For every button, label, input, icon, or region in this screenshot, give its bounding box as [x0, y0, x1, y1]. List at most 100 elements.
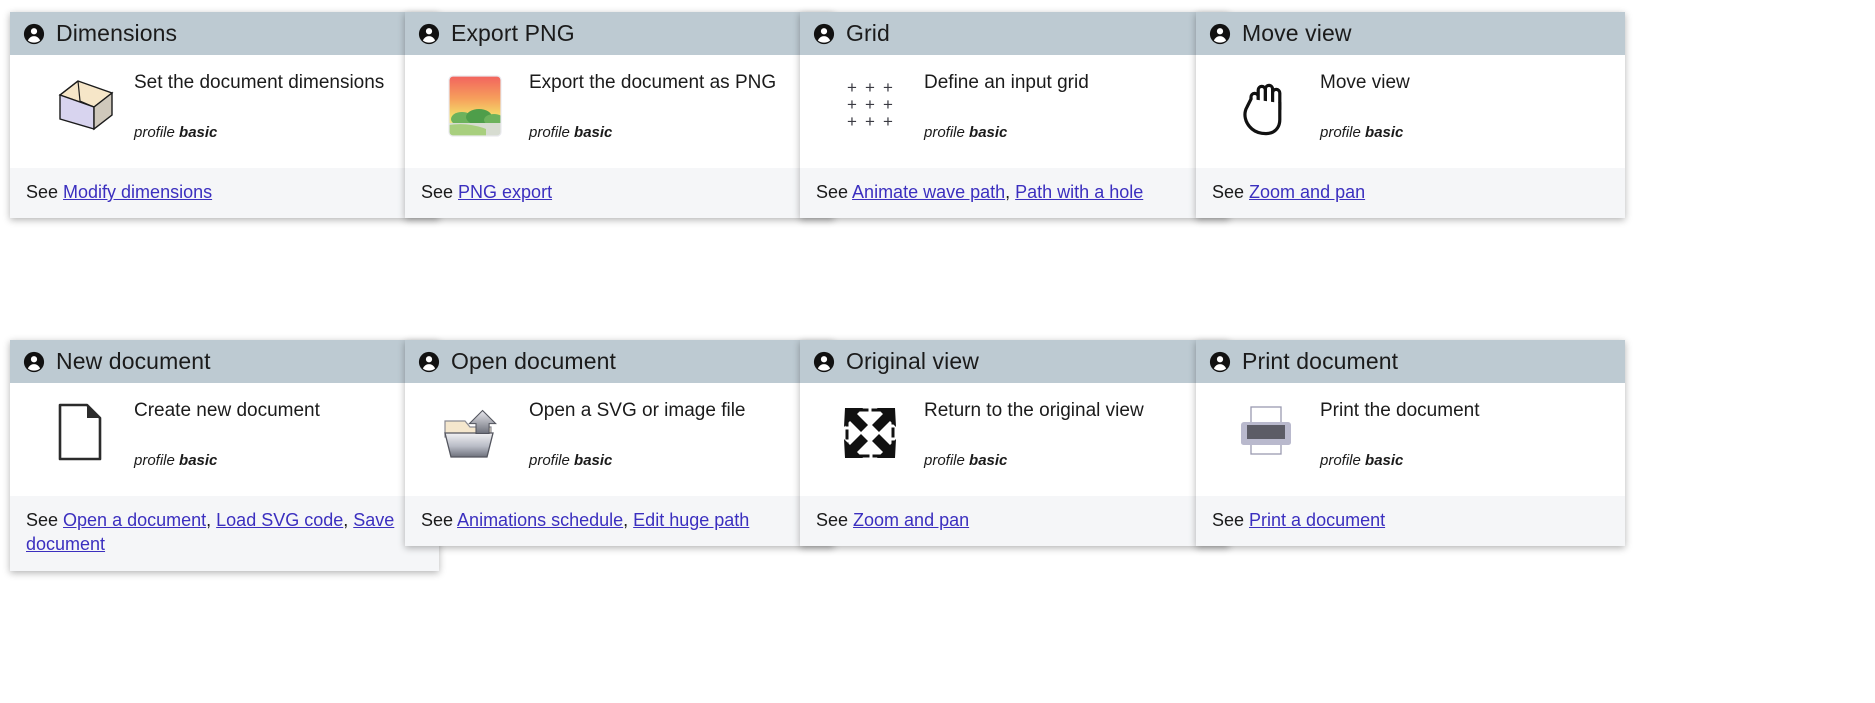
footer-link-grid-1[interactable]: Path with a hole	[1015, 182, 1143, 202]
printer-icon	[1241, 406, 1291, 455]
profile-value: basic	[969, 123, 1008, 141]
card-footer-original-view: See Zoom and pan	[800, 496, 1229, 547]
card-description: Create new document	[134, 400, 320, 421]
profile-label: profile	[924, 123, 965, 141]
see-label: See	[26, 510, 64, 530]
card-body-dimensions: Set the document dimensions profile basi…	[10, 55, 439, 168]
card-body-move-view: Move view profile basic	[1196, 55, 1625, 168]
person-icon	[418, 351, 440, 372]
card-grid: Dimensions Set the document dimensions p…	[0, 0, 1875, 703]
card-text: Export the document as PNG profile basic	[529, 69, 818, 141]
card-text: Open a SVG or image file profile basic	[529, 397, 818, 469]
expand-arrows-icon	[844, 408, 896, 458]
card-header-move-view: Move view	[1196, 12, 1625, 55]
profile-value: basic	[1365, 123, 1404, 141]
card-profile: profile basic	[924, 124, 1213, 141]
card-title: Open document	[451, 348, 616, 374]
footer-link-open-document-0[interactable]: Animations schedule	[457, 510, 623, 530]
card-header-export-png: Export PNG	[405, 12, 834, 55]
card-footer-grid: See Animate wave path, Path with a hole	[800, 168, 1229, 219]
card-title: New document	[56, 348, 211, 374]
link-separator: ,	[206, 510, 217, 530]
open-hand-icon	[1243, 83, 1282, 136]
see-label: See	[26, 182, 64, 202]
card-dimensions: Dimensions Set the document dimensions p…	[10, 12, 439, 219]
see-label: See	[421, 182, 459, 202]
card-icon-slot	[26, 397, 134, 463]
card-export-png: Export PNG Export the document as PNG pr…	[405, 12, 834, 219]
card-body-print-document: Print the document profile basic	[1196, 383, 1625, 496]
person-icon	[418, 23, 440, 44]
card-body-open-document: Open a SVG or image file profile basic	[405, 383, 834, 496]
card-header-print-document: Print document	[1196, 340, 1625, 383]
card-profile: profile basic	[529, 452, 818, 469]
footer-link-dimensions-0[interactable]: Modify dimensions	[63, 182, 212, 202]
profile-label: profile	[134, 123, 175, 141]
card-header-open-document: Open document	[405, 340, 834, 383]
card-header-new-document: New document	[10, 340, 439, 383]
card-original-view: Original view Return to the original vie…	[800, 340, 1229, 547]
card-profile: profile basic	[1320, 452, 1609, 469]
card-title: Move view	[1242, 20, 1352, 46]
card-icon-slot	[421, 397, 529, 465]
see-label: See	[421, 510, 458, 530]
card-footer-print-document: See Print a document	[1196, 496, 1625, 547]
blank-page-icon	[58, 403, 102, 461]
card-profile: profile basic	[1320, 124, 1609, 141]
profile-value: basic	[574, 451, 613, 469]
see-label: See	[1212, 182, 1250, 202]
card-title: Dimensions	[56, 20, 178, 46]
profile-value: basic	[179, 123, 218, 141]
footer-link-open-document-1[interactable]: Edit huge path	[633, 510, 749, 530]
card-body-original-view: Return to the original view profile basi…	[800, 383, 1229, 496]
link-separator: ,	[1005, 182, 1016, 202]
card-description: Open a SVG or image file	[529, 400, 746, 421]
card-description: Define an input grid	[924, 72, 1089, 93]
card-grid: Grid + + + + + + + + + Define an input grid pr…	[800, 12, 1229, 219]
card-icon-slot	[26, 69, 134, 137]
link-separator: ,	[343, 510, 354, 530]
card-text: Set the document dimensions profile basi…	[134, 69, 423, 141]
footer-link-new-document-1[interactable]: Load SVG code	[216, 510, 343, 530]
card-icon-slot	[816, 397, 924, 465]
image-thumbnail-icon	[448, 75, 502, 137]
card-footer-new-document: See Open a document, Load SVG code, Save…	[10, 496, 439, 571]
card-profile: profile basic	[529, 124, 818, 141]
footer-link-move-view-0[interactable]: Zoom and pan	[1249, 182, 1365, 202]
card-title: Export PNG	[451, 20, 575, 46]
profile-label: profile	[529, 451, 570, 469]
card-header-grid: Grid	[800, 12, 1229, 55]
card-text: Return to the original view profile basi…	[924, 397, 1213, 469]
card-title: Original view	[846, 348, 979, 374]
card-body-new-document: Create new document profile basic	[10, 383, 439, 496]
card-new-document: New document Create new document profile…	[10, 340, 439, 571]
open-folder-arrow-icon	[444, 409, 497, 458]
box-3d-icon	[58, 80, 114, 131]
card-text: Print the document profile basic	[1320, 397, 1609, 469]
profile-label: profile	[1320, 451, 1361, 469]
footer-link-grid-0[interactable]: Animate wave path	[852, 182, 1005, 202]
card-title: Print document	[1242, 348, 1399, 374]
card-title: Grid	[846, 20, 890, 46]
card-body-grid: + + + + + + + + + Define an input grid profile…	[800, 55, 1229, 168]
card-header-original-view: Original view	[800, 340, 1229, 383]
profile-label: profile	[134, 451, 175, 469]
card-description: Set the document dimensions	[134, 72, 385, 93]
card-move-view: Move view Move view profile basic See Zo…	[1196, 12, 1625, 219]
card-icon-slot	[421, 69, 529, 139]
link-separator: ,	[623, 510, 634, 530]
footer-link-export-png-0[interactable]: PNG export	[458, 182, 552, 202]
footer-link-new-document-0[interactable]: Open a document	[63, 510, 206, 530]
see-label: See	[816, 510, 854, 530]
card-icon-slot	[1212, 397, 1320, 461]
card-header-dimensions: Dimensions	[10, 12, 439, 55]
footer-link-print-document-0[interactable]: Print a document	[1249, 510, 1385, 530]
footer-link-original-view-0[interactable]: Zoom and pan	[853, 510, 969, 530]
card-text: Move view profile basic	[1320, 69, 1609, 141]
see-label: See	[816, 182, 853, 202]
card-text: Create new document profile basic	[134, 397, 423, 469]
profile-value: basic	[574, 123, 613, 141]
card-description: Move view	[1320, 72, 1410, 93]
card-profile: profile basic	[924, 452, 1213, 469]
profile-label: profile	[924, 451, 965, 469]
